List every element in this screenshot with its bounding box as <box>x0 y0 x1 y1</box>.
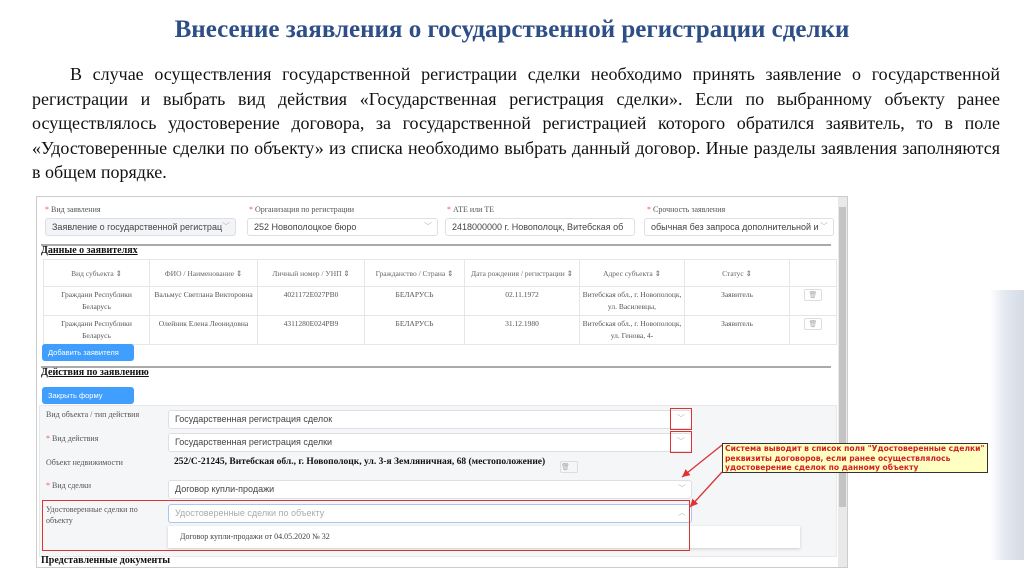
arrow <box>681 444 723 478</box>
annotation-arrows <box>681 444 723 508</box>
arrow <box>689 471 723 508</box>
